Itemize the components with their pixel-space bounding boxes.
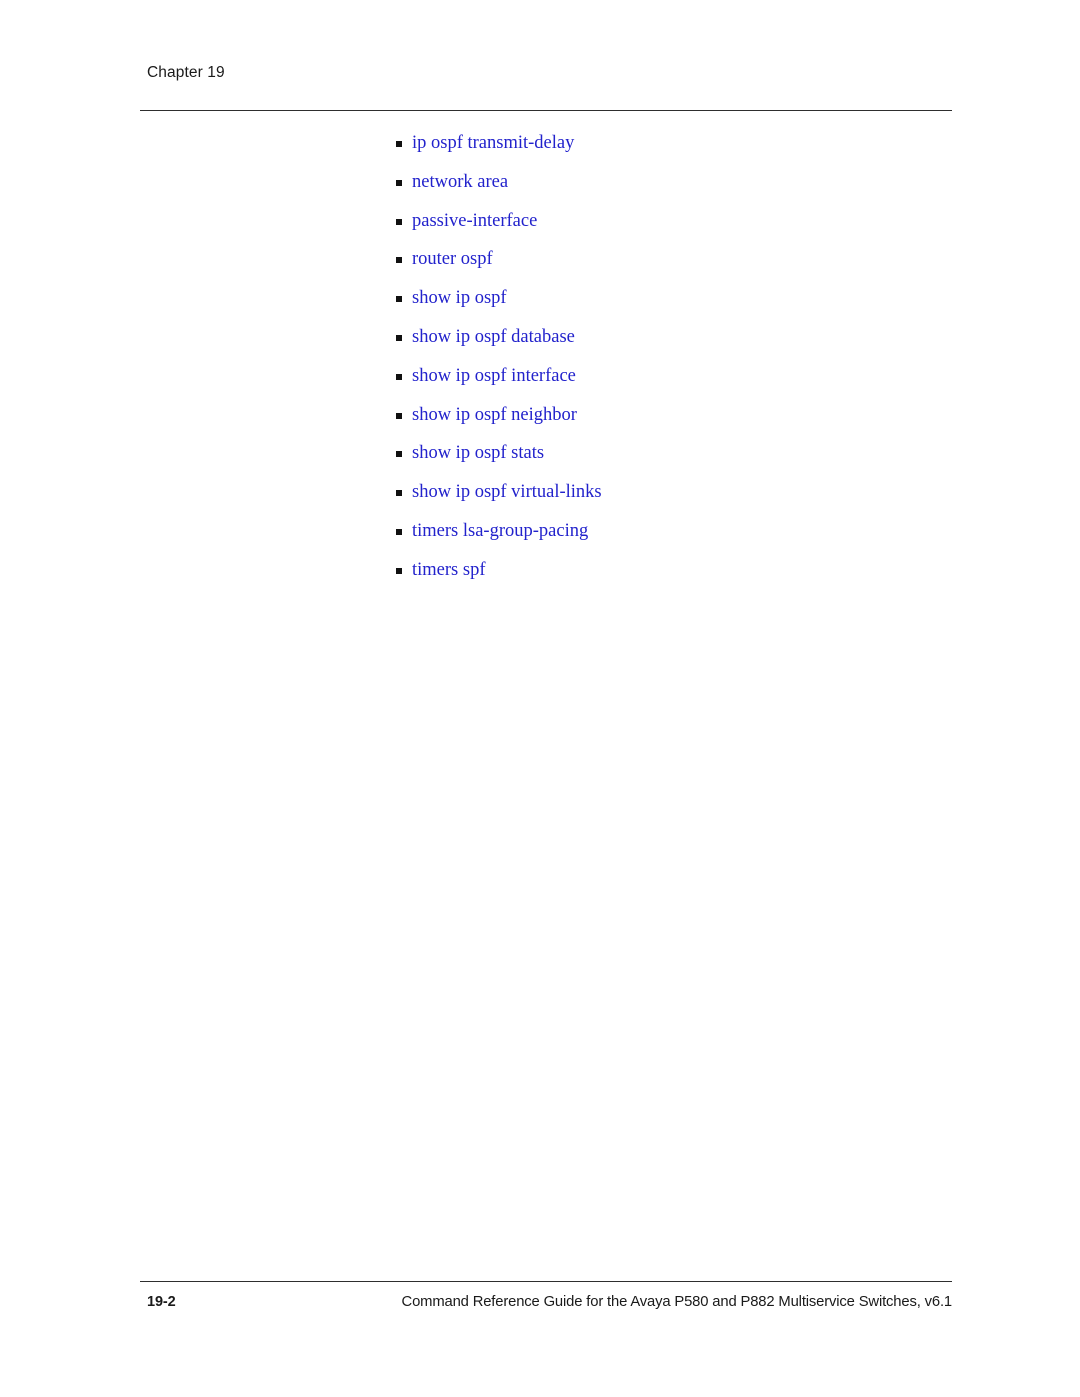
list-item[interactable]: ip ospf transmit-delay — [396, 132, 956, 171]
document-page: Chapter 19 ip ospf transmit-delay networ… — [0, 0, 1080, 1397]
list-item[interactable]: timers spf — [396, 559, 956, 598]
square-bullet-icon — [396, 296, 402, 303]
command-link[interactable]: ip ospf transmit-delay — [412, 132, 574, 154]
list-item[interactable]: show ip ospf — [396, 287, 956, 326]
list-item[interactable]: show ip ospf stats — [396, 442, 956, 481]
command-link[interactable]: show ip ospf interface — [412, 365, 576, 387]
command-link[interactable]: show ip ospf database — [412, 326, 575, 348]
list-item[interactable]: router ospf — [396, 248, 956, 287]
square-bullet-icon — [396, 528, 402, 535]
square-bullet-icon — [396, 218, 402, 225]
square-bullet-icon — [396, 451, 402, 458]
list-item[interactable]: timers lsa-group-pacing — [396, 520, 956, 559]
page-number: 19-2 — [147, 1294, 176, 1310]
square-bullet-icon — [396, 179, 402, 186]
chapter-label: Chapter 19 — [147, 64, 225, 81]
list-item[interactable]: show ip ospf neighbor — [396, 404, 956, 443]
list-item[interactable]: passive-interface — [396, 210, 956, 249]
command-link[interactable]: show ip ospf virtual-links — [412, 481, 602, 503]
command-link[interactable]: show ip ospf neighbor — [412, 404, 577, 426]
page-footer: 19-2 Command Reference Guide for the Ava… — [140, 1294, 952, 1318]
command-link[interactable]: passive-interface — [412, 210, 537, 232]
list-item[interactable]: network area — [396, 171, 956, 210]
list-item[interactable]: show ip ospf virtual-links — [396, 481, 956, 520]
square-bullet-icon — [396, 257, 402, 264]
square-bullet-icon — [396, 373, 402, 380]
square-bullet-icon — [396, 490, 402, 497]
square-bullet-icon — [396, 141, 402, 147]
square-bullet-icon — [396, 567, 402, 574]
footer-divider-rule — [140, 1281, 952, 1282]
command-list: ip ospf transmit-delay network area pass… — [396, 132, 956, 598]
command-link[interactable]: show ip ospf stats — [412, 442, 544, 464]
command-link[interactable]: timers lsa-group-pacing — [412, 520, 588, 542]
command-link[interactable]: router ospf — [412, 248, 493, 270]
list-item[interactable]: show ip ospf database — [396, 326, 956, 365]
page-header: Chapter 19 — [147, 63, 747, 85]
square-bullet-icon — [396, 412, 402, 419]
command-link[interactable]: show ip ospf — [412, 287, 507, 309]
square-bullet-icon — [396, 334, 402, 341]
command-link[interactable]: network area — [412, 171, 508, 193]
command-list-container: ip ospf transmit-delay network area pass… — [396, 132, 956, 598]
footer-document-title: Command Reference Guide for the Avaya P5… — [401, 1294, 953, 1310]
list-item[interactable]: show ip ospf interface — [396, 365, 956, 404]
command-link[interactable]: timers spf — [412, 559, 485, 581]
header-divider-rule — [140, 110, 952, 111]
